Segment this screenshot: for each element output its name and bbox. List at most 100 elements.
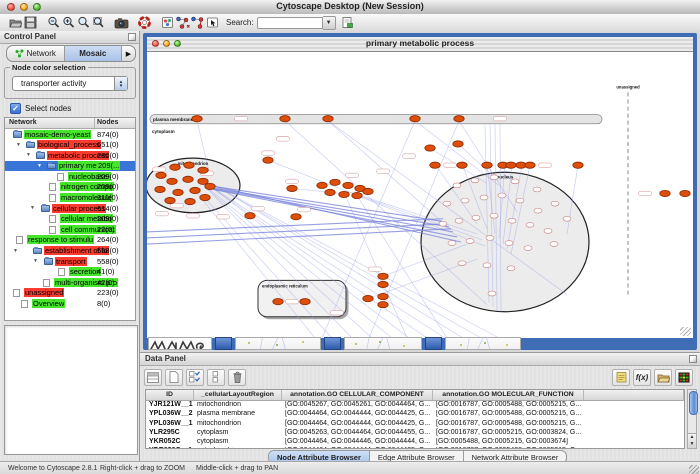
birdseye-view[interactable] (4, 325, 138, 455)
save-icon[interactable] (23, 15, 38, 30)
network-node[interactable] (544, 228, 552, 233)
table-row[interactable]: YKR052Ccytoplasm[GO:0044464, GO:0044446,… (146, 438, 684, 447)
tree-item[interactable]: ▼establishment of lo558(0) (5, 246, 135, 257)
open-icon[interactable] (8, 15, 23, 30)
network-node-selected[interactable] (378, 273, 388, 279)
network-node[interactable] (471, 178, 479, 183)
node-color-dropdown[interactable]: transporter activity ▲▼ (12, 76, 128, 91)
help-lifesaver-icon[interactable] (137, 15, 152, 30)
network-edge[interactable] (195, 190, 315, 338)
notes-icon[interactable] (612, 369, 630, 386)
network-node-selected[interactable] (573, 162, 583, 168)
network-node[interactable] (551, 201, 559, 206)
network-view-window[interactable]: primary metabolic process plasma membran… (143, 33, 697, 350)
network-node-selected[interactable] (273, 298, 283, 304)
network-node[interactable] (526, 222, 534, 227)
network-node-selected[interactable] (343, 182, 353, 188)
tree-expand-icon[interactable]: ▼ (26, 152, 31, 158)
network-node-selected[interactable] (430, 162, 440, 168)
tab-network[interactable]: Network (7, 46, 65, 61)
import-table-icon[interactable] (340, 15, 355, 30)
network-node[interactable] (455, 218, 463, 223)
tab-overflow-icon[interactable]: ▶ (122, 46, 135, 61)
attribute-table-icon[interactable] (144, 369, 162, 386)
network-node-selected[interactable] (200, 194, 210, 200)
network-node-selected[interactable] (185, 198, 195, 204)
minimized-window-icon[interactable] (324, 337, 341, 350)
tree-item[interactable]: nitrogen compo209(0) (5, 182, 135, 193)
network-node-selected[interactable] (454, 116, 464, 122)
network-node-selected[interactable] (155, 186, 165, 192)
tree-item[interactable]: macromolecule311(0) (5, 193, 135, 204)
network-node-selected[interactable] (291, 214, 301, 220)
tree-expand-icon[interactable]: ▼ (37, 163, 42, 169)
network-node[interactable] (443, 201, 451, 206)
minimized-sketch-thumbnail[interactable] (148, 337, 212, 350)
network-node-selected[interactable] (363, 188, 373, 194)
table-scrollbar-thumb[interactable] (689, 391, 698, 415)
table-column-header[interactable]: annotation.GO MOLECULAR_FUNCTION (433, 390, 584, 400)
network-node[interactable] (508, 218, 516, 223)
network-node-selected[interactable] (190, 187, 200, 193)
network-node-selected[interactable] (453, 141, 463, 147)
snapshot-camera-icon[interactable] (114, 15, 129, 30)
network-node[interactable] (534, 208, 542, 213)
table-row[interactable]: YPL036W__1mitochondrion[GO:0044464, GO:0… (146, 419, 684, 428)
network-node-selected[interactable] (425, 145, 435, 151)
network-node[interactable] (486, 236, 494, 241)
network-node-selected[interactable] (323, 116, 333, 122)
minimized-network-thumbnail[interactable] (235, 337, 321, 350)
network-node[interactable] (505, 241, 513, 246)
float-panel-icon[interactable] (689, 355, 697, 363)
region-plasma-membrane[interactable] (150, 115, 602, 124)
network-edge[interactable] (345, 194, 407, 338)
network-node[interactable] (453, 183, 461, 188)
float-panel-icon[interactable] (128, 33, 136, 41)
minimized-window-icon[interactable] (425, 337, 442, 350)
tree-item[interactable]: secretion41(0) (5, 267, 135, 278)
network-node-selected[interactable] (506, 162, 516, 168)
tree-item[interactable]: ▼transport558(0) (5, 256, 135, 267)
network-canvas[interactable]: plasma membranecytoplasmmitochondrionnuc… (147, 52, 693, 338)
network-node-selected[interactable] (660, 190, 670, 196)
network-node[interactable] (439, 221, 447, 226)
network-node-selected[interactable] (457, 162, 467, 168)
network-node-selected[interactable] (317, 182, 327, 188)
tree-item[interactable]: cell communicat22(0) (5, 224, 135, 235)
zoom-out-icon[interactable] (46, 15, 61, 30)
network-node-selected[interactable] (183, 176, 193, 182)
network-node[interactable] (448, 241, 456, 246)
tree-item[interactable]: multi-organism pro42(0) (5, 277, 135, 288)
table-scrollbar[interactable]: ▲▼ (687, 389, 697, 449)
layout-icon-a[interactable] (175, 15, 190, 30)
network-node[interactable] (490, 175, 498, 180)
network-node[interactable] (488, 291, 496, 296)
network-edge[interactable] (268, 160, 342, 189)
network-node-selected[interactable] (378, 302, 388, 308)
function-builder-icon[interactable]: f(x) (633, 369, 651, 386)
network-node[interactable] (458, 261, 466, 266)
network-node-selected[interactable] (173, 189, 183, 195)
network-node-selected[interactable] (205, 183, 215, 189)
network-node-selected[interactable] (325, 189, 335, 195)
network-node-selected[interactable] (680, 190, 690, 196)
tree-expand-icon[interactable]: ▼ (33, 258, 38, 264)
import-attributes-icon[interactable] (654, 369, 672, 386)
network-node[interactable] (507, 266, 515, 271)
table-scrollbar-arrows[interactable]: ▲▼ (688, 433, 696, 448)
network-node-selected[interactable] (198, 178, 208, 184)
tree-item[interactable]: cellular metabo209(0) (5, 214, 135, 225)
minimized-network-thumbnail[interactable] (344, 337, 422, 350)
select-nodes-checkbox[interactable]: ✓ (10, 103, 21, 114)
network-node[interactable] (480, 195, 488, 200)
network-window-titlebar[interactable]: primary metabolic process (147, 37, 693, 52)
unselect-attributes-icon[interactable] (207, 369, 225, 386)
network-node-selected[interactable] (245, 213, 255, 219)
network-node-selected[interactable] (184, 162, 194, 168)
network-node-selected[interactable] (198, 167, 208, 173)
table-row[interactable]: YDR039C__1mitochondrion[GO:0044464, GO:0… (146, 447, 684, 449)
minimized-window-icon[interactable] (215, 337, 232, 350)
network-node[interactable] (483, 263, 491, 268)
network-node[interactable] (490, 213, 498, 218)
table-row[interactable]: YLR295Ccytoplasm[GO:0045263, GO:0044464,… (146, 428, 684, 437)
